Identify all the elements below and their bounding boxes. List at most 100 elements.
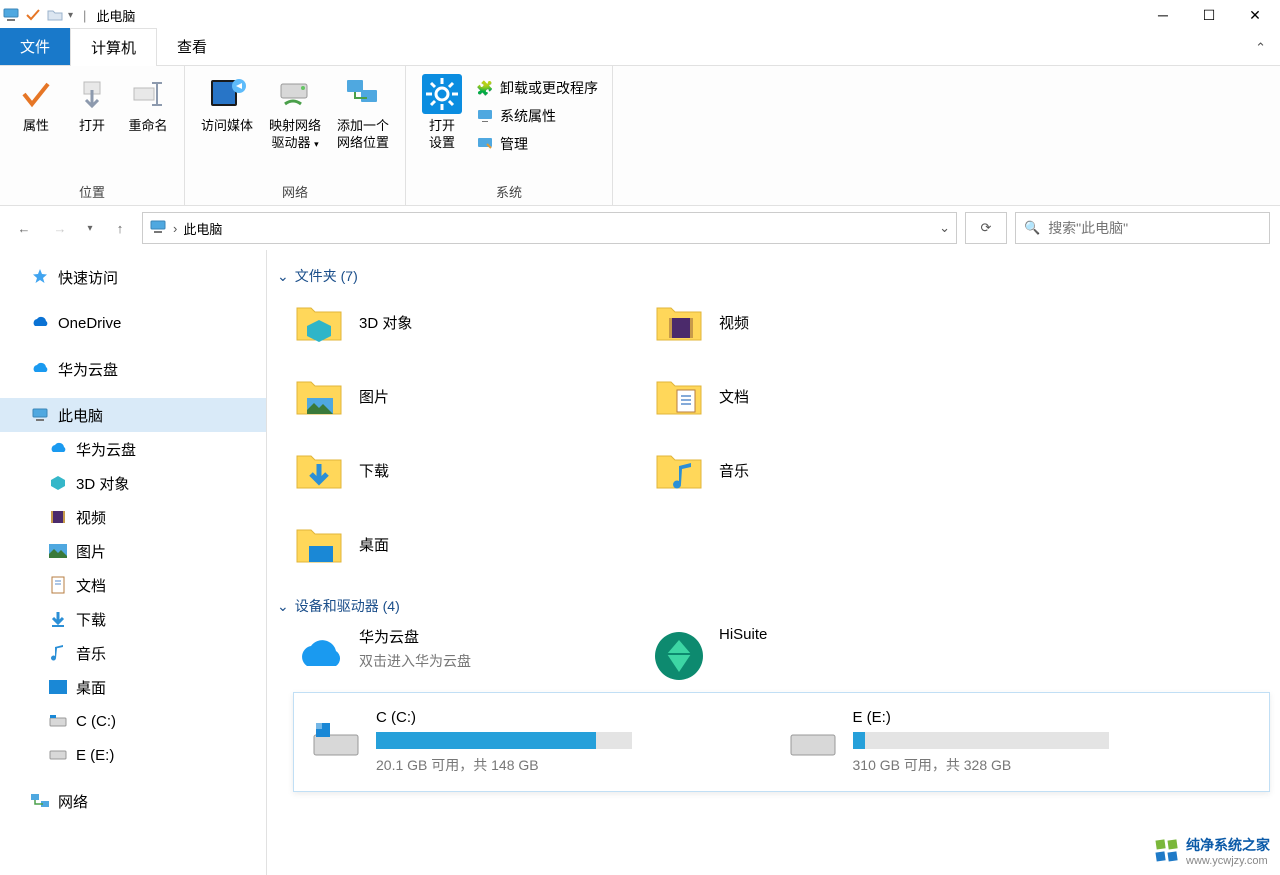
huawei-cloud-icon xyxy=(30,359,50,379)
open-arrow-icon xyxy=(72,74,112,114)
3d-icon xyxy=(48,473,68,493)
folder-desktop-icon xyxy=(293,518,345,570)
pc-icon xyxy=(30,405,50,425)
breadcrumb-dropdown-icon[interactable]: ⌄ xyxy=(939,220,950,236)
folder-downloads[interactable]: 下载 xyxy=(293,444,643,496)
drive-e[interactable]: E (E:) 310 GB 可用，共 328 GB xyxy=(787,709,1254,775)
rename-button[interactable]: 重命名 xyxy=(120,70,176,139)
network-location-icon xyxy=(343,74,383,114)
folder-desktop[interactable]: 桌面 xyxy=(293,518,643,570)
tree-child-downloads[interactable]: 下载 xyxy=(0,602,266,636)
check-icon xyxy=(16,74,56,114)
folder-music[interactable]: 音乐 xyxy=(653,444,1003,496)
qat-check-icon[interactable] xyxy=(24,6,42,24)
drive-e-bar xyxy=(853,732,1109,749)
manage-button[interactable]: 管理 xyxy=(470,130,604,158)
map-drive-button[interactable]: 映射网络驱动器 ▾ xyxy=(261,70,329,156)
folder-music-icon xyxy=(653,444,705,496)
open-button[interactable]: 打开 xyxy=(64,70,120,139)
ribbon: 属性 打开 重命名 位置 访问媒体 映射网络驱动器 ▾ xyxy=(0,66,1280,206)
history-dropdown[interactable]: ▾ xyxy=(82,214,98,242)
tree-child-e[interactable]: E (E:) xyxy=(0,738,266,772)
search-box[interactable]: 🔍 xyxy=(1015,212,1270,244)
search-input[interactable] xyxy=(1048,220,1261,236)
drives-selection: C (C:) 20.1 GB 可用，共 148 GB E (E:) 310 GB… xyxy=(293,692,1270,792)
properties-button[interactable]: 属性 xyxy=(8,70,64,139)
qat-dropdown-icon[interactable]: ▾ xyxy=(68,10,73,21)
star-icon xyxy=(30,267,50,287)
music-icon xyxy=(48,643,68,663)
desktop-icon xyxy=(48,677,68,697)
up-button[interactable]: ↑ xyxy=(106,214,134,242)
access-media-button[interactable]: 访问媒体 xyxy=(193,70,261,139)
folder-3d[interactable]: 3D 对象 xyxy=(293,296,643,348)
ribbon-group-location: 属性 打开 重命名 位置 xyxy=(0,66,185,205)
qat-folder-icon[interactable] xyxy=(46,6,64,24)
pictures-icon xyxy=(48,541,68,561)
settings-gear-icon xyxy=(422,74,462,114)
tree-child-c[interactable]: C (C:) xyxy=(0,704,266,738)
chevron-right-icon[interactable]: › xyxy=(173,221,177,236)
open-settings-button[interactable]: 打开设置 xyxy=(414,70,470,156)
uninstall-button[interactable]: 🧩卸载或更改程序 xyxy=(470,74,604,102)
drive-network-icon xyxy=(275,74,315,114)
cloud-icon xyxy=(30,313,50,333)
drive-c[interactable]: C (C:) 20.1 GB 可用，共 148 GB xyxy=(310,709,777,775)
tree-child-docs[interactable]: 文档 xyxy=(0,568,266,602)
tree-network[interactable]: 网络 xyxy=(0,784,266,818)
tree-quick-access[interactable]: 快速访问 xyxy=(0,260,266,294)
breadcrumb-location[interactable]: 此电脑 xyxy=(183,219,222,238)
section-folders[interactable]: ⌄文件夹 (7) xyxy=(277,266,1270,286)
tree-child-3d[interactable]: 3D 对象 xyxy=(0,466,266,500)
tab-computer[interactable]: 计算机 xyxy=(70,28,157,66)
ribbon-group-system: 打开设置 🧩卸载或更改程序 系统属性 管理 系统 xyxy=(406,66,613,205)
ribbon-collapse-icon[interactable]: ⌃ xyxy=(1255,40,1266,56)
pc-icon xyxy=(2,6,20,24)
folder-docs[interactable]: 文档 xyxy=(653,370,1003,422)
title-separator: | xyxy=(83,8,86,23)
group-label-location: 位置 xyxy=(8,180,176,203)
tree-onedrive[interactable]: OneDrive xyxy=(0,306,266,340)
navigation-row: ← → ▾ ↑ › 此电脑 ⌄ ⟳ 🔍 xyxy=(0,206,1280,250)
group-label-network: 网络 xyxy=(193,180,397,203)
maximize-button[interactable]: ☐ xyxy=(1186,0,1232,30)
refresh-button[interactable]: ⟳ xyxy=(965,212,1007,244)
tree-child-desktop[interactable]: 桌面 xyxy=(0,670,266,704)
minimize-button[interactable]: ─ xyxy=(1140,0,1186,30)
section-devices[interactable]: ⌄设备和驱动器 (4) xyxy=(277,596,1270,616)
folder-docs-icon xyxy=(653,370,705,422)
network-icon xyxy=(30,791,50,811)
watermark: 纯净系统之家 www.ycwjzy.com xyxy=(1154,835,1270,867)
tree-this-pc[interactable]: 此电脑 xyxy=(0,398,266,432)
manage-icon xyxy=(476,135,494,153)
drive-c-fill xyxy=(376,732,596,749)
tree-child-pictures[interactable]: 图片 xyxy=(0,534,266,568)
forward-button[interactable]: → xyxy=(46,214,74,242)
tree-child-huawei[interactable]: 华为云盘 xyxy=(0,432,266,466)
breadcrumb[interactable]: › 此电脑 ⌄ xyxy=(142,212,957,244)
tree-child-music[interactable]: 音乐 xyxy=(0,636,266,670)
back-button[interactable]: ← xyxy=(10,214,38,242)
folder-pictures-icon xyxy=(293,370,345,422)
add-network-button[interactable]: 添加一个网络位置 xyxy=(329,70,397,156)
tab-file[interactable]: 文件 xyxy=(0,28,70,65)
huawei-cloud-large-icon xyxy=(293,630,345,682)
close-button[interactable]: ✕ xyxy=(1232,0,1278,30)
device-hisuite[interactable]: HiSuite xyxy=(653,626,1003,682)
tree-child-video[interactable]: 视频 xyxy=(0,500,266,534)
watermark-logo-icon xyxy=(1154,838,1180,864)
tab-view[interactable]: 查看 xyxy=(157,28,227,65)
downloads-icon xyxy=(48,609,68,629)
hisuite-icon xyxy=(653,630,705,682)
uninstall-icon: 🧩 xyxy=(476,79,494,97)
device-huawei[interactable]: 华为云盘双击进入华为云盘 xyxy=(293,626,643,682)
search-icon: 🔍 xyxy=(1024,220,1040,236)
folder-pictures[interactable]: 图片 xyxy=(293,370,643,422)
titlebar: ▾ | 此电脑 ─ ☐ ✕ xyxy=(0,0,1280,30)
chevron-down-icon: ⌄ xyxy=(277,268,289,285)
tree-huawei[interactable]: 华为云盘 xyxy=(0,352,266,386)
drive-c-icon xyxy=(48,711,68,731)
system-properties-button[interactable]: 系统属性 xyxy=(470,102,604,130)
folder-video-icon xyxy=(653,296,705,348)
folder-video[interactable]: 视频 xyxy=(653,296,1003,348)
